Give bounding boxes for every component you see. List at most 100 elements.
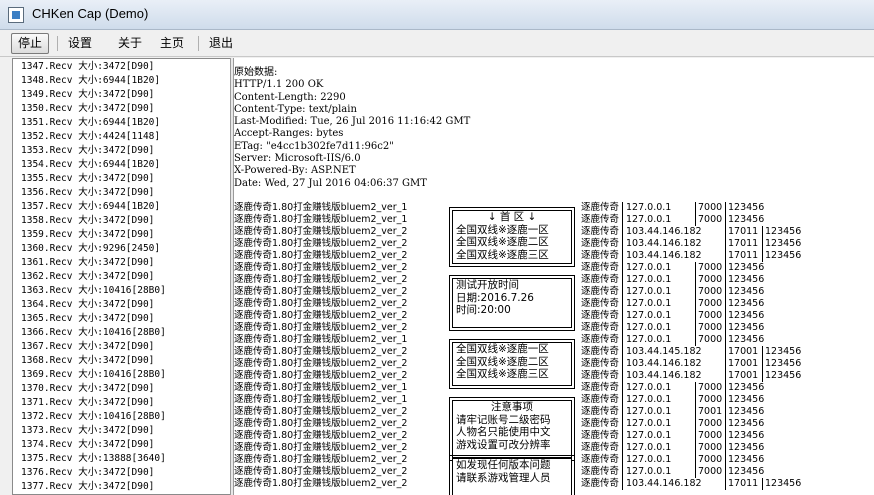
server-name-cell: 逐鹿传奇1.80打金赚钱版bluem2_ver_2 bbox=[234, 310, 408, 321]
packet-list: 1347.Recv 大小:3472[D90] 1348.Recv 大小:6944[… bbox=[21, 60, 166, 494]
port-cell: 7000 bbox=[695, 202, 722, 214]
packet-list-item[interactable]: 1375.Recv 大小:13888[3640] bbox=[21, 452, 166, 466]
packet-list-item[interactable]: 1353.Recv 大小:3472[D90] bbox=[21, 144, 166, 158]
game-name-cell: 逐鹿传奇 bbox=[581, 442, 620, 453]
server-name-cell: 逐鹿传奇1.80打金赚钱版bluem2_ver_2 bbox=[234, 466, 408, 477]
packet-list-item[interactable]: 1352.Recv 大小:4424[1148] bbox=[21, 130, 166, 144]
box-text-line: 如发现任何版本问题 bbox=[456, 459, 551, 471]
password-cell: 123456 bbox=[762, 250, 801, 262]
packet-list-item[interactable]: 1372.Recv 大小:10416[28B0] bbox=[21, 410, 166, 424]
password-cell: 123456 bbox=[762, 226, 801, 238]
server-name-cell: 逐鹿传奇1.80打金赚钱版bluem2_ver_2 bbox=[234, 370, 408, 381]
packet-list-item[interactable]: 1357.Recv 大小:6944[1B20] bbox=[21, 200, 166, 214]
port-cell: 17011 bbox=[725, 238, 758, 250]
packet-list-item[interactable]: 1369.Recv 大小:10416[28B0] bbox=[21, 368, 166, 382]
password-cell: 123456 bbox=[725, 202, 764, 214]
http-header-line: ETag: "e4cc1b302fe7d11:96c2" bbox=[234, 140, 394, 152]
game-name-cell: 逐鹿传奇 bbox=[581, 238, 620, 249]
game-name-cell: 逐鹿传奇 bbox=[581, 394, 620, 405]
password-cell: 123456 bbox=[725, 322, 764, 334]
region-box: ↓ 首 区 ↓ 全国双线※逐鹿一区 全国双线※逐鹿二区 全国双线※逐鹿三区 bbox=[449, 207, 575, 267]
ip-cell: 103.44.146.182 bbox=[622, 370, 702, 382]
ip-cell: 127.0.0.1 bbox=[622, 466, 671, 478]
game-name-cell: 逐鹿传奇 bbox=[581, 370, 620, 381]
box-text-line: 全国双线※逐鹿一区 bbox=[456, 223, 549, 236]
password-cell: 123456 bbox=[762, 358, 801, 370]
exit-button[interactable]: 退出 bbox=[202, 33, 240, 54]
game-name-cell: 逐鹿传奇 bbox=[581, 406, 620, 417]
ip-cell: 103.44.146.182 bbox=[622, 478, 702, 490]
server-name-cell: 逐鹿传奇1.80打金赚钱版bluem2_ver_1 bbox=[234, 382, 408, 393]
ip-cell: 103.44.146.182 bbox=[622, 250, 702, 262]
box-text-line: 测试开放时间 bbox=[456, 279, 519, 291]
box-text-line: 日期:2016.7.26 bbox=[456, 291, 534, 304]
server-name-cell: 逐鹿传奇1.80打金赚钱版bluem2_ver_2 bbox=[234, 298, 408, 309]
packet-list-item[interactable]: 1363.Recv 大小:10416[28B0] bbox=[21, 284, 166, 298]
server-name-cell: 逐鹿传奇1.80打金赚钱版bluem2_ver_2 bbox=[234, 262, 408, 273]
packet-list-item[interactable]: 1361.Recv 大小:3472[D90] bbox=[21, 256, 166, 270]
server-lines-box: 全国双线※逐鹿一区 全国双线※逐鹿二区 全国双线※逐鹿三区 bbox=[449, 339, 575, 389]
ip-cell: 127.0.0.1 bbox=[622, 442, 671, 454]
packet-list-item[interactable]: 1364.Recv 大小:3472[D90] bbox=[21, 298, 166, 312]
box-text-line: 全国双线※逐鹿三区 bbox=[456, 248, 549, 261]
password-cell: 123456 bbox=[762, 370, 801, 382]
menu-bar: 停止 设置 关于 主页 退出 bbox=[0, 30, 874, 57]
packet-list-item[interactable]: 1376.Recv 大小:3472[D90] bbox=[21, 466, 166, 480]
packet-list-item[interactable]: 1377.Recv 大小:3472[D90] bbox=[21, 480, 166, 494]
port-cell: 7000 bbox=[695, 394, 722, 406]
packet-list-item[interactable]: 1371.Recv 大小:3472[D90] bbox=[21, 396, 166, 410]
game-name-cell: 逐鹿传奇 bbox=[581, 382, 620, 393]
port-cell: 17001 bbox=[725, 346, 758, 358]
server-name-cell: 逐鹿传奇1.80打金赚钱版bluem2_ver_2 bbox=[234, 430, 408, 441]
contact-box: 如发现任何版本问题 请联系游戏管理人员 bbox=[449, 455, 575, 495]
game-name-cell: 逐鹿传奇 bbox=[581, 334, 620, 345]
password-cell: 123456 bbox=[725, 442, 764, 454]
about-button[interactable]: 关于 bbox=[111, 33, 149, 54]
packet-list-item[interactable]: 1374.Recv 大小:3472[D90] bbox=[21, 438, 166, 452]
box-text-line: 全国双线※逐鹿二区 bbox=[456, 355, 549, 368]
packet-list-item[interactable]: 1365.Recv 大小:3472[D90] bbox=[21, 312, 166, 326]
packet-list-item[interactable]: 1354.Recv 大小:6944[1B20] bbox=[21, 158, 166, 172]
ip-cell: 127.0.0.1 bbox=[622, 310, 671, 322]
game-name-cell: 逐鹿传奇 bbox=[581, 310, 620, 321]
password-cell: 123456 bbox=[725, 274, 764, 286]
packet-list-item[interactable]: 1373.Recv 大小:3472[D90] bbox=[21, 424, 166, 438]
ip-cell: 103.44.146.182 bbox=[622, 358, 702, 370]
stop-button[interactable]: 停止 bbox=[11, 33, 50, 54]
raw-data-panel[interactable]: 原始数据: HTTP/1.1 200 OK Content-Length: 2290… bbox=[234, 58, 874, 495]
packet-list-item[interactable]: 1360.Recv 大小:9296[2450] bbox=[21, 242, 166, 256]
packet-list-item[interactable]: 1350.Recv 大小:3472[D90] bbox=[21, 102, 166, 116]
http-header-line: Last-Modified: Tue, 26 Jul 2016 11:16:42… bbox=[234, 116, 471, 128]
packet-list-item[interactable]: 1347.Recv 大小:3472[D90] bbox=[21, 60, 166, 74]
packet-list-item[interactable]: 1351.Recv 大小:6944[1B20] bbox=[21, 116, 166, 130]
ip-cell: 103.44.146.182 bbox=[622, 238, 702, 250]
packet-list-item[interactable]: 1356.Recv 大小:3472[D90] bbox=[21, 186, 166, 200]
box-text-line: 请联系游戏管理人员 bbox=[456, 471, 551, 484]
packet-list-item[interactable]: 1355.Recv 大小:3472[D90] bbox=[21, 172, 166, 186]
game-name-cell: 逐鹿传奇 bbox=[581, 274, 620, 285]
ip-cell: 103.44.146.182 bbox=[622, 226, 702, 238]
password-cell: 123456 bbox=[725, 286, 764, 298]
packet-list-panel[interactable]: 1347.Recv 大小:3472[D90] 1348.Recv 大小:6944[… bbox=[12, 58, 230, 495]
server-name-cell: 逐鹿传奇1.80打金赚钱版bluem2_ver_2 bbox=[234, 418, 408, 429]
game-name-cell: 逐鹿传奇 bbox=[581, 250, 620, 261]
packet-list-item[interactable]: 1367.Recv 大小:3472[D90] bbox=[21, 340, 166, 354]
packet-list-item[interactable]: 1370.Recv 大小:3472[D90] bbox=[21, 382, 166, 396]
password-cell: 123456 bbox=[725, 394, 764, 406]
box-text-line: 请牢记账号二级密码 bbox=[456, 413, 551, 426]
ip-cell: 127.0.0.1 bbox=[622, 298, 671, 310]
port-cell: 17001 bbox=[725, 358, 758, 370]
packet-list-item[interactable]: 1368.Recv 大小:3472[D90] bbox=[21, 354, 166, 368]
port-cell: 7000 bbox=[695, 454, 722, 466]
game-name-cell: 逐鹿传奇 bbox=[581, 418, 620, 429]
home-button[interactable]: 主页 bbox=[153, 33, 191, 54]
packet-list-item[interactable]: 1349.Recv 大小:3472[D90] bbox=[21, 88, 166, 102]
ip-cell: 127.0.0.1 bbox=[622, 406, 671, 418]
packet-list-item[interactable]: 1362.Recv 大小:3472[D90] bbox=[21, 270, 166, 284]
packet-list-item[interactable]: 1358.Recv 大小:3472[D90] bbox=[21, 214, 166, 228]
game-name-cell: 逐鹿传奇 bbox=[581, 322, 620, 333]
settings-button[interactable]: 设置 bbox=[61, 33, 99, 54]
packet-list-item[interactable]: 1366.Recv 大小:10416[28B0] bbox=[21, 326, 166, 340]
packet-list-item[interactable]: 1359.Recv 大小:3472[D90] bbox=[21, 228, 166, 242]
packet-list-item[interactable]: 1348.Recv 大小:6944[1B20] bbox=[21, 74, 166, 88]
